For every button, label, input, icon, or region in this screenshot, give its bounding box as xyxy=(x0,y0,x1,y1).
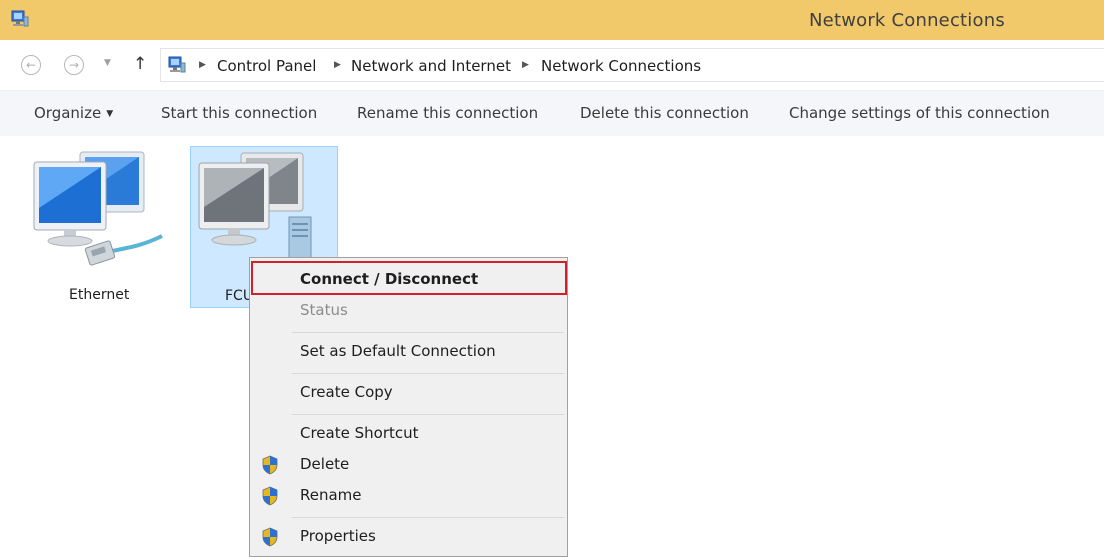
vpn-monitor-icon xyxy=(198,152,312,262)
organize-menu-button[interactable]: Organize ▼ xyxy=(34,104,113,122)
address-bar[interactable]: ▶ Control Panel ▶ Network and Internet ▶… xyxy=(160,48,1104,82)
breadcrumb-control-panel[interactable]: Control Panel xyxy=(217,57,316,75)
breadcrumb-network-connections[interactable]: Network Connections xyxy=(541,57,701,75)
connection-label: Ethernet xyxy=(69,287,130,303)
menu-separator xyxy=(292,414,564,415)
connection-item-ethernet[interactable]: Ethernet xyxy=(22,146,172,308)
menu-item-delete[interactable]: Delete xyxy=(300,455,349,473)
menu-separator xyxy=(292,517,564,518)
menu-item-create-shortcut[interactable]: Create Shortcut xyxy=(300,424,419,442)
menu-item-create-copy[interactable]: Create Copy xyxy=(300,383,393,401)
organize-label: Organize xyxy=(34,104,102,122)
menu-item-set-default[interactable]: Set as Default Connection xyxy=(300,342,496,360)
recent-locations-icon[interactable]: ▼ xyxy=(104,58,111,68)
menu-item-connect-disconnect[interactable]: Connect / Disconnect xyxy=(300,270,478,288)
menu-separator xyxy=(292,373,564,374)
title-bar: Network Connections xyxy=(0,0,1104,40)
network-connections-icon xyxy=(11,10,29,27)
breadcrumb-separator-icon[interactable]: ▶ xyxy=(334,60,341,70)
change-settings-button[interactable]: Change settings of this connection xyxy=(789,104,1050,122)
menu-separator xyxy=(292,332,564,333)
breadcrumb-separator-icon[interactable]: ▶ xyxy=(522,60,529,70)
start-connection-button[interactable]: Start this connection xyxy=(161,104,317,122)
uac-shield-icon xyxy=(262,527,278,547)
rename-connection-button[interactable]: Rename this connection xyxy=(357,104,538,122)
uac-shield-icon xyxy=(262,486,278,506)
menu-item-rename[interactable]: Rename xyxy=(300,486,362,504)
network-connections-icon xyxy=(168,56,186,73)
navigation-bar: ← → ▼ ↑ ▶ Control Panel ▶ Network and In… xyxy=(0,44,1104,86)
menu-item-properties[interactable]: Properties xyxy=(300,527,376,545)
menu-item-status: Status xyxy=(300,301,348,319)
breadcrumb-network-and-internet[interactable]: Network and Internet xyxy=(351,57,511,75)
context-menu: Connect / Disconnect Status Set as Defau… xyxy=(249,257,568,557)
chevron-down-icon: ▼ xyxy=(106,109,114,119)
ethernet-monitor-icon xyxy=(33,151,163,266)
up-arrow-icon[interactable]: ↑ xyxy=(133,54,147,74)
forward-icon[interactable]: → xyxy=(64,55,84,75)
delete-connection-button[interactable]: Delete this connection xyxy=(580,104,749,122)
window-title: Network Connections xyxy=(809,10,1005,31)
back-icon[interactable]: ← xyxy=(21,55,41,75)
uac-shield-icon xyxy=(262,455,278,475)
command-bar: Organize ▼ Start this connection Rename t… xyxy=(0,90,1104,136)
breadcrumb-separator-icon[interactable]: ▶ xyxy=(199,60,206,70)
